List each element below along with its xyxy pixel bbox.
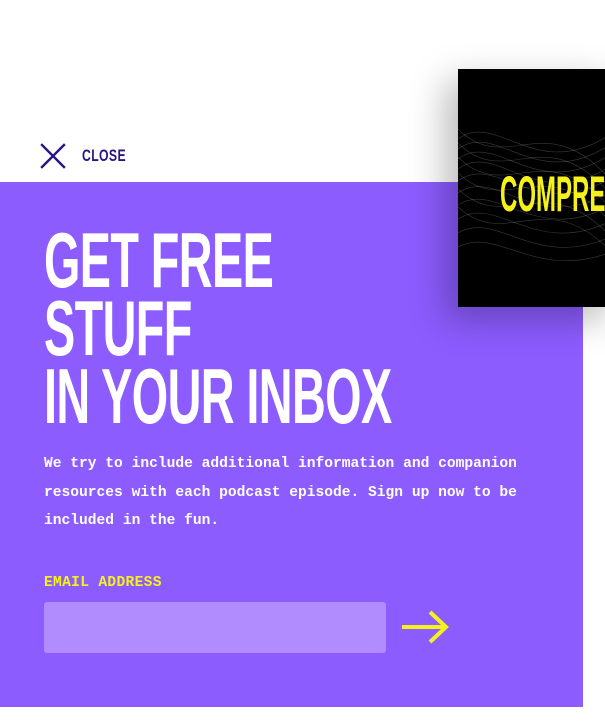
- submit-button[interactable]: [398, 607, 454, 647]
- close-icon: [40, 143, 66, 169]
- signup-modal: CLOSE COMPRES: [0, 0, 605, 722]
- email-label: EMAIL ADDRESS: [44, 575, 162, 591]
- email-field[interactable]: [44, 602, 386, 653]
- arrow-right-icon: [402, 610, 449, 644]
- heading-line: IN YOUR INBOX: [44, 352, 392, 440]
- close-label: CLOSE: [82, 146, 126, 165]
- cover-title: COMPRES: [500, 166, 605, 222]
- close-button[interactable]: CLOSE: [40, 142, 143, 170]
- signup-description: We try to include additional information…: [44, 456, 517, 529]
- signup-heading: GET FREE STUFF IN YOUR INBOX: [44, 221, 605, 440]
